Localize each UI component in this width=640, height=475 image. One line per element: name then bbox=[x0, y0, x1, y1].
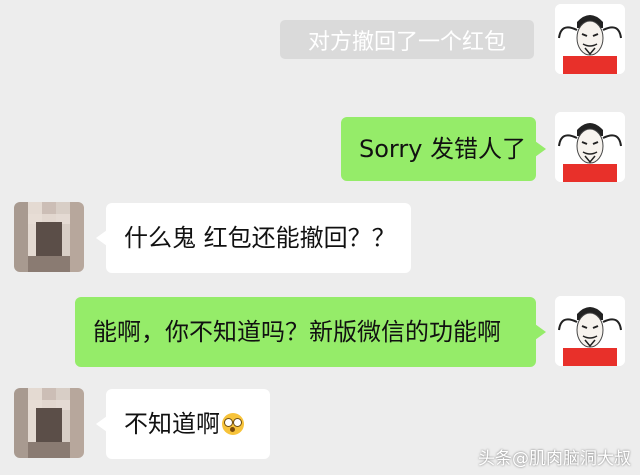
self-avatar[interactable] bbox=[555, 4, 625, 74]
contact-avatar[interactable] bbox=[14, 202, 84, 272]
message-text: 什么鬼 红包还能撤回？？ bbox=[124, 224, 396, 252]
message-text: Sorry 发错人了 bbox=[359, 135, 527, 163]
message-text: 不知道啊 bbox=[124, 410, 220, 438]
recall-notice: 对方撤回了一个红包 bbox=[280, 20, 534, 59]
astonished-face-icon bbox=[222, 413, 244, 435]
masked-person-avatar-icon bbox=[555, 4, 625, 74]
masked-person-avatar-icon bbox=[555, 296, 625, 366]
contact-avatar[interactable] bbox=[14, 388, 84, 458]
self-avatar[interactable] bbox=[555, 112, 625, 182]
message-text: 能啊，你不知道吗？新版微信的功能啊 bbox=[93, 318, 501, 346]
self-avatar[interactable] bbox=[555, 296, 625, 366]
message-bubble-received[interactable]: 不知道啊 bbox=[96, 389, 270, 459]
message-bubble-sent[interactable]: 能啊，你不知道吗？新版微信的功能啊 bbox=[75, 297, 546, 367]
message-bubble-received[interactable]: 什么鬼 红包还能撤回？？ bbox=[96, 203, 411, 273]
message-bubble-sent[interactable]: Sorry 发错人了 bbox=[341, 117, 546, 181]
watermark: 头条@肌肉脑洞大叔 bbox=[478, 449, 631, 469]
masked-person-avatar-icon bbox=[555, 112, 625, 182]
